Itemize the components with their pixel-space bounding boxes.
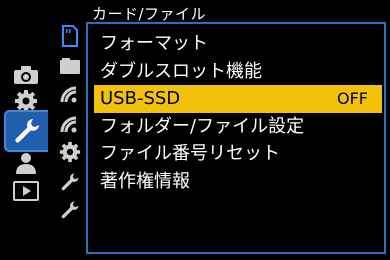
menu-item-folder-file-settings[interactable]: フォルダー/ファイル設定 [94, 113, 382, 141]
camera-icon [14, 66, 38, 84]
menu-item-label: ダブルスロット機能 [100, 60, 262, 82]
menu-item-copyright-info[interactable]: 著作権情報 [94, 168, 382, 196]
category-my-menu[interactable] [6, 148, 46, 178]
wrench-icon [61, 201, 79, 219]
menu-item-double-slot[interactable]: ダブルスロット機能 [94, 58, 382, 86]
subpage-folder[interactable] [58, 54, 82, 78]
subpage-column [50, 0, 86, 260]
category-setup[interactable] [4, 110, 48, 152]
subpage-output-1[interactable] [58, 82, 82, 106]
menu-item-label: フォルダー/ファイル設定 [100, 115, 305, 137]
subpage-card-file[interactable] [58, 24, 82, 48]
menu-item-label: フォーマット [100, 33, 208, 54]
category-playback[interactable] [6, 176, 46, 206]
menu-item-label: 著作権情報 [100, 170, 190, 192]
frame-bottom-line [86, 252, 386, 254]
subpage-settings[interactable] [58, 140, 82, 164]
menu-item-file-number-reset[interactable]: ファイル番号リセット [94, 140, 382, 168]
subpage-output-2[interactable] [58, 112, 82, 136]
gear-icon [59, 141, 81, 163]
menu-item-label: USB-SSD [100, 88, 181, 109]
frame-right-line [384, 22, 386, 254]
category-column [0, 0, 50, 260]
menu-item-value: OFF [337, 89, 368, 108]
frame-left-line [86, 22, 88, 254]
subpage-tool-1[interactable] [58, 170, 82, 194]
signal-bars-icon [60, 116, 77, 133]
wrench-icon [15, 119, 40, 143]
menu-item-usb-ssd[interactable]: USB-SSD OFF [94, 85, 382, 113]
page-title: カード/ファイル [92, 5, 207, 23]
subpage-tool-2[interactable] [58, 198, 82, 222]
menu-item-label: ファイル番号リセット [100, 143, 280, 164]
wrench-icon [61, 173, 79, 191]
signal-bars-icon [60, 86, 77, 103]
menu-list: フォーマット ダブルスロット機能 USB-SSD OFF フォルダー/ファイル設… [94, 30, 382, 195]
camera-menu-screen: カード/ファイル フォーマット ダブルスロット機能 USB-SSD OFF フォ… [0, 0, 390, 260]
menu-item-format[interactable]: フォーマット [94, 30, 382, 58]
playback-icon [13, 181, 39, 201]
folder-icon [60, 58, 80, 74]
person-icon [16, 153, 36, 174]
sd-card-icon [62, 25, 78, 47]
